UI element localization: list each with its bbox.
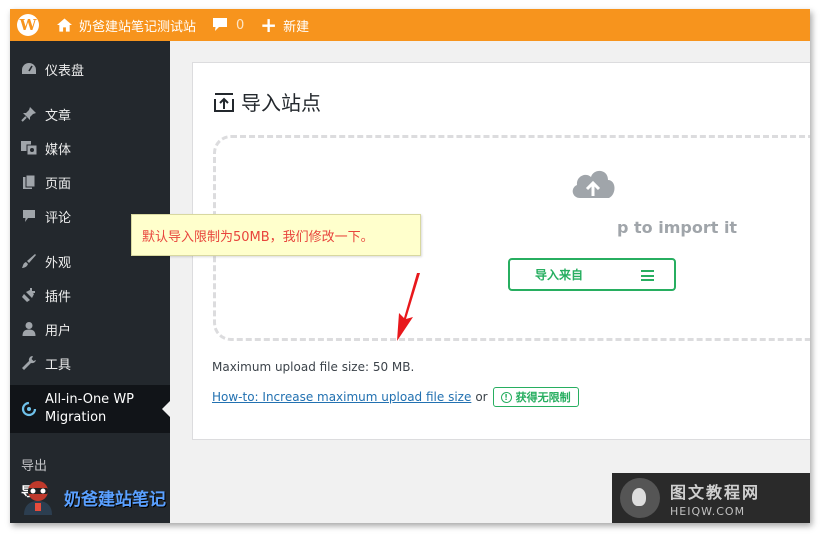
migration-icon	[19, 399, 39, 419]
howto-row: How-to: Increase maximum upload file siz…	[212, 387, 579, 407]
max-upload-size-text: Maximum upload file size: 50 MB.	[212, 360, 415, 374]
sidebar-item-label: All-in-One WP Migration	[45, 391, 134, 427]
avatar-icon	[24, 481, 52, 515]
current-menu-arrow	[162, 401, 170, 417]
plus-icon: +	[260, 13, 278, 37]
pin-icon	[19, 104, 39, 124]
import-upload-icon	[214, 92, 234, 112]
media-icon	[19, 138, 39, 158]
sidebar-item-media[interactable]: 媒体	[10, 136, 170, 160]
sidebar-item-users[interactable]: 用户	[10, 317, 170, 341]
watermark-text: 图文教程网 HEIQW.COM	[670, 479, 760, 518]
sidebar-item-label: 文章	[45, 108, 72, 124]
wp-logo-button[interactable]: W	[10, 9, 49, 41]
migration-label-line2: Migration	[45, 410, 107, 425]
sidebar-item-posts[interactable]: 文章	[10, 102, 170, 126]
drop-hint-text: p to import it	[617, 218, 738, 237]
watermark-title: 图文教程网	[670, 482, 761, 502]
sidebar-item-label: 插件	[45, 289, 72, 305]
user-icon	[19, 319, 39, 339]
wordpress-icon: W	[17, 14, 39, 36]
new-content-button[interactable]: + 新建	[252, 9, 317, 41]
author-watermark-text: 奶爸建站笔记	[64, 489, 166, 510]
admin-bar: W 奶爸建站笔记测试站 0 + 新建	[10, 9, 810, 41]
site-watermark: 图文教程网 HEIQW.COM	[612, 473, 810, 523]
howto-increase-limit-link[interactable]: How-to: Increase maximum upload file siz…	[212, 390, 471, 404]
sidebar-item-label: 工具	[45, 357, 72, 373]
sidebar-item-label: 仪表盘	[45, 63, 85, 79]
site-name-link[interactable]: 奶爸建站笔记测试站	[49, 9, 204, 41]
wp-admin-window: W 奶爸建站笔记测试站 0 + 新建 仪表盘 文章 媒体 页面 评论 外观 插件…	[10, 9, 810, 523]
site-name: 奶爸建站笔记测试站	[79, 19, 197, 35]
sidebar-item-label: 用户	[45, 323, 72, 339]
comments-count: 0	[236, 17, 245, 33]
get-unlimited-button[interactable]: ! 获得无限制	[492, 387, 579, 407]
or-text: or	[475, 390, 488, 404]
sidebar-item-label: 外观	[45, 255, 72, 271]
annotation-arrow-icon	[397, 273, 420, 341]
cloud-upload-icon	[572, 170, 615, 198]
watermark-emblem-icon	[620, 478, 660, 518]
migration-label-line1: All-in-One WP	[45, 392, 135, 407]
import-from-button[interactable]: 导入来自	[508, 258, 676, 291]
sidebar-item-pages[interactable]: 页面	[10, 170, 170, 194]
comment-bubble-icon	[213, 18, 228, 31]
sidebar-item-label: 媒体	[45, 142, 72, 158]
comment-icon	[19, 206, 39, 226]
page-icon	[19, 172, 39, 192]
sidebar-item-plugins[interactable]: 插件	[10, 283, 170, 307]
home-icon	[57, 18, 72, 32]
brush-icon	[19, 251, 39, 271]
get-unlimited-label: 获得无限制	[515, 391, 571, 404]
watermark-url: HEIQW.COM	[670, 504, 746, 518]
comments-link[interactable]: 0	[204, 9, 252, 41]
sidebar-item-dashboard[interactable]: 仪表盘	[10, 57, 170, 81]
wrench-icon	[19, 353, 39, 373]
page-title-text: 导入站点	[241, 91, 321, 115]
menu-icon	[641, 270, 654, 281]
dashboard-icon	[19, 59, 39, 79]
unlock-icon: !	[500, 391, 512, 403]
annotation-tooltip: 默认导入限制为50MB，我们修改一下。	[131, 214, 421, 256]
admin-sidebar: 仪表盘 文章 媒体 页面 评论 外观 插件 用户 工具 All-in-One W…	[10, 41, 170, 523]
annotation-text: 默认导入限制为50MB，我们修改一下。	[142, 229, 374, 245]
sidebar-item-all-in-one-wp-migration[interactable]: All-in-One WP Migration	[10, 385, 170, 433]
plugin-icon	[19, 285, 39, 305]
author-watermark: 奶爸建站笔记	[10, 471, 170, 523]
sidebar-item-label: 页面	[45, 176, 72, 192]
page-title: 导入站点	[213, 87, 321, 116]
sidebar-item-label: 评论	[45, 210, 72, 226]
import-from-label: 导入来自	[535, 268, 584, 282]
sidebar-item-tools[interactable]: 工具	[10, 351, 170, 375]
new-label: 新建	[283, 19, 310, 35]
